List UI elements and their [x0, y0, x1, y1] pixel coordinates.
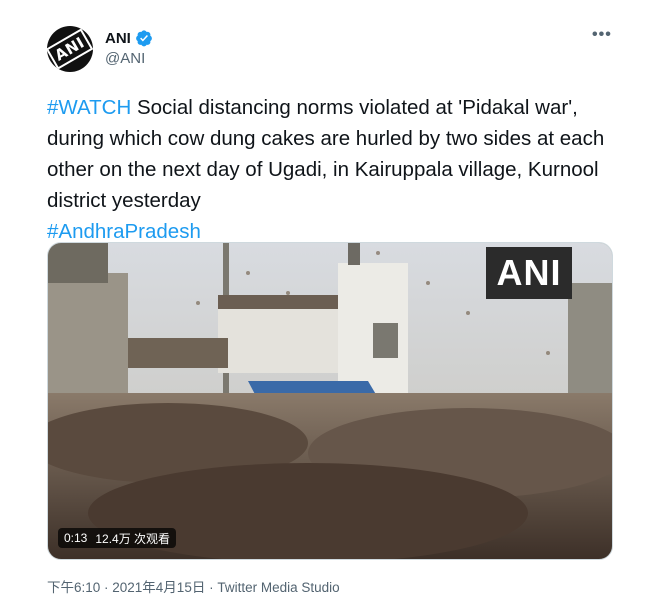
tweet-text: #WATCH Social distancing norms violated … — [47, 92, 617, 247]
tweet-body-text: Social distancing norms violated at 'Pid… — [47, 96, 610, 212]
video-player[interactable]: ANI 0:13 12.4万 次观看 — [47, 242, 613, 560]
video-info-badge: 0:13 12.4万 次观看 — [58, 528, 177, 548]
more-options-icon[interactable]: ••• — [592, 26, 612, 44]
tweet-timestamp[interactable]: 下午6:10 · 2021年4月15日 — [47, 580, 205, 595]
video-views: 12.4万 次观看 — [95, 531, 171, 546]
avatar[interactable]: ANI — [47, 26, 93, 72]
tweet-source[interactable]: · Twitter Media Studio — [205, 580, 340, 595]
verified-icon — [135, 29, 153, 47]
hashtag-watch-link[interactable]: #WATCH — [47, 96, 131, 119]
video-duration: 0:13 — [64, 531, 88, 545]
tweet-card: ANI ANI @ANI ••• #WATCH Social distancin… — [0, 0, 657, 601]
tweet-meta: 下午6:10 · 2021年4月15日 · Twitter Media Stud… — [47, 576, 340, 596]
author-name-row: ANI — [105, 29, 153, 47]
author-display-name[interactable]: ANI — [105, 30, 131, 47]
hashtag-andhrapradesh-link[interactable]: #AndhraPradesh — [47, 220, 201, 243]
avatar-logo-text: ANI — [47, 28, 93, 70]
ani-watermark: ANI — [486, 247, 572, 299]
author-handle[interactable]: @ANI — [105, 50, 145, 67]
